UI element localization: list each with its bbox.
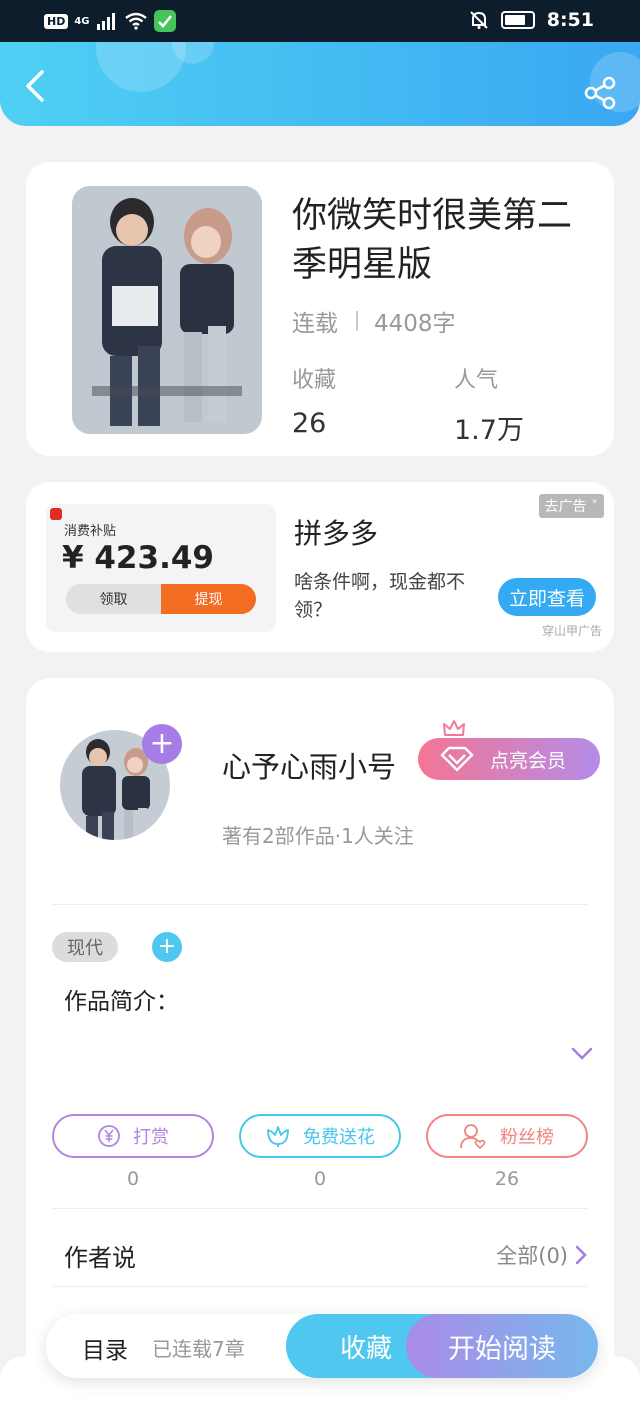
book-meta: 连载 4408字 [292, 304, 456, 338]
ad-image[interactable]: 消费补贴 ¥ 423.49 领取 提现 [46, 504, 276, 632]
divider [52, 1208, 588, 1209]
book-cover[interactable] [72, 186, 262, 434]
share-button[interactable] [584, 76, 618, 110]
chevron-down-icon: ˅ [591, 499, 598, 515]
send-flower-button[interactable]: 免费送花 [239, 1114, 401, 1158]
diamond-icon [440, 746, 474, 772]
popularity-label: 人气 [454, 368, 499, 393]
favorites-label: 收藏 [292, 368, 337, 393]
author-details-card: + 心予心雨小号 点亮会员 著有2部作品·1人关注 现代 + 作品简介： 打赏 … [26, 678, 614, 1422]
word-count: 4408字 [374, 311, 456, 337]
author-says-all-label: 全部(0) [496, 1244, 568, 1268]
plus-icon: + [149, 726, 175, 761]
book-info-card: 你微笑时很美第二季明星版 连载 4408字 收藏 26 人气 1.7万 [26, 162, 614, 456]
remove-ad-button[interactable]: 去广告 ˅ [538, 494, 604, 518]
fan-ranking-label: 粉丝榜 [500, 1127, 554, 1148]
ad-image-subtitle: 消费补贴 [64, 524, 117, 539]
author-stats: 著有2部作品·1人关注 [222, 824, 414, 848]
back-button[interactable] [20, 70, 50, 102]
mute-bell-icon [470, 11, 488, 29]
ad-view-now-button[interactable]: 立即查看 [498, 578, 596, 616]
hd-icon: HD [44, 13, 69, 29]
fan-ranking-button[interactable]: 粉丝榜 [426, 1114, 588, 1158]
add-tag-button[interactable]: + [152, 932, 182, 962]
ad-image-amount: ¥ 423.49 [62, 540, 214, 576]
remove-ad-label: 去广告 [544, 499, 587, 515]
vip-label: 点亮会员 [490, 749, 567, 772]
favorites-stat: 收藏 26 [292, 362, 336, 439]
table-of-contents-button[interactable]: 目录 [82, 1331, 128, 1365]
chevron-right-icon [575, 1245, 587, 1265]
popularity-stat: 人气 1.7万 [454, 362, 524, 447]
book-title: 你微笑时很美第二季明星版 [292, 196, 573, 285]
share-icon [584, 76, 616, 110]
bottom-action-bar: 目录 已连载7章 收藏 开始阅读 [46, 1314, 598, 1378]
fan-count: 26 [494, 1168, 520, 1190]
ad-brand-icon [50, 508, 62, 520]
plus-icon: + [157, 934, 177, 959]
user-heart-icon [460, 1124, 486, 1149]
flower-count: 0 [313, 1168, 327, 1190]
signal-icon [96, 13, 115, 30]
flower-icon [267, 1126, 289, 1147]
start-reading-button[interactable]: 开始阅读 [406, 1314, 598, 1378]
send-flower-label: 免费送花 [303, 1127, 375, 1148]
reward-count: 0 [126, 1168, 140, 1190]
divider [52, 1286, 588, 1287]
chapter-status: 已连载7章 [152, 1337, 245, 1361]
back-arrow-icon [26, 70, 44, 102]
header-bar [0, 42, 640, 126]
meta-divider [356, 311, 358, 331]
network-label: 4G [74, 15, 90, 27]
expand-intro-button[interactable] [570, 1044, 594, 1064]
chevron-down-icon [571, 1047, 593, 1060]
ad-withdraw-label: 提现 [161, 584, 256, 614]
follow-plus-button[interactable]: + [142, 724, 182, 764]
crown-icon [443, 720, 465, 736]
genre-tag[interactable]: 现代 [52, 932, 118, 962]
author-says-all-link[interactable]: 全部(0) [496, 1240, 588, 1270]
popularity-value: 1.7万 [454, 415, 524, 446]
clock: 8:51 [546, 9, 594, 31]
battery-icon [500, 11, 535, 29]
ad-description: 啥条件啊，现金都不领？ [294, 571, 466, 621]
divider [52, 904, 588, 905]
wifi-icon [124, 12, 147, 30]
ad-card[interactable]: 消费补贴 ¥ 423.49 领取 提现 拼多多 啥条件啊，现金都不领？ 去广告 … [26, 482, 614, 652]
author-says-label: 作者说 [64, 1244, 136, 1272]
ad-claim-label: 领取 [66, 584, 161, 614]
vip-button[interactable]: 点亮会员 [418, 738, 600, 780]
ad-source-label: 穿山甲广告 [541, 624, 602, 638]
serial-status: 连载 [292, 311, 338, 337]
reward-button[interactable]: 打赏 [52, 1114, 214, 1158]
ad-image-buttons: 领取 提现 [66, 584, 256, 614]
status-bar: HD 4G 8:51 [0, 0, 640, 42]
yen-coin-icon [98, 1125, 120, 1147]
favorites-value: 26 [292, 408, 327, 439]
cover-image [72, 186, 262, 434]
author-name[interactable]: 心予心雨小号 [222, 744, 396, 786]
app-notification-icon [153, 10, 176, 32]
reward-label: 打赏 [133, 1127, 169, 1148]
ad-title: 拼多多 [294, 517, 379, 550]
intro-label: 作品简介： [64, 989, 179, 1015]
